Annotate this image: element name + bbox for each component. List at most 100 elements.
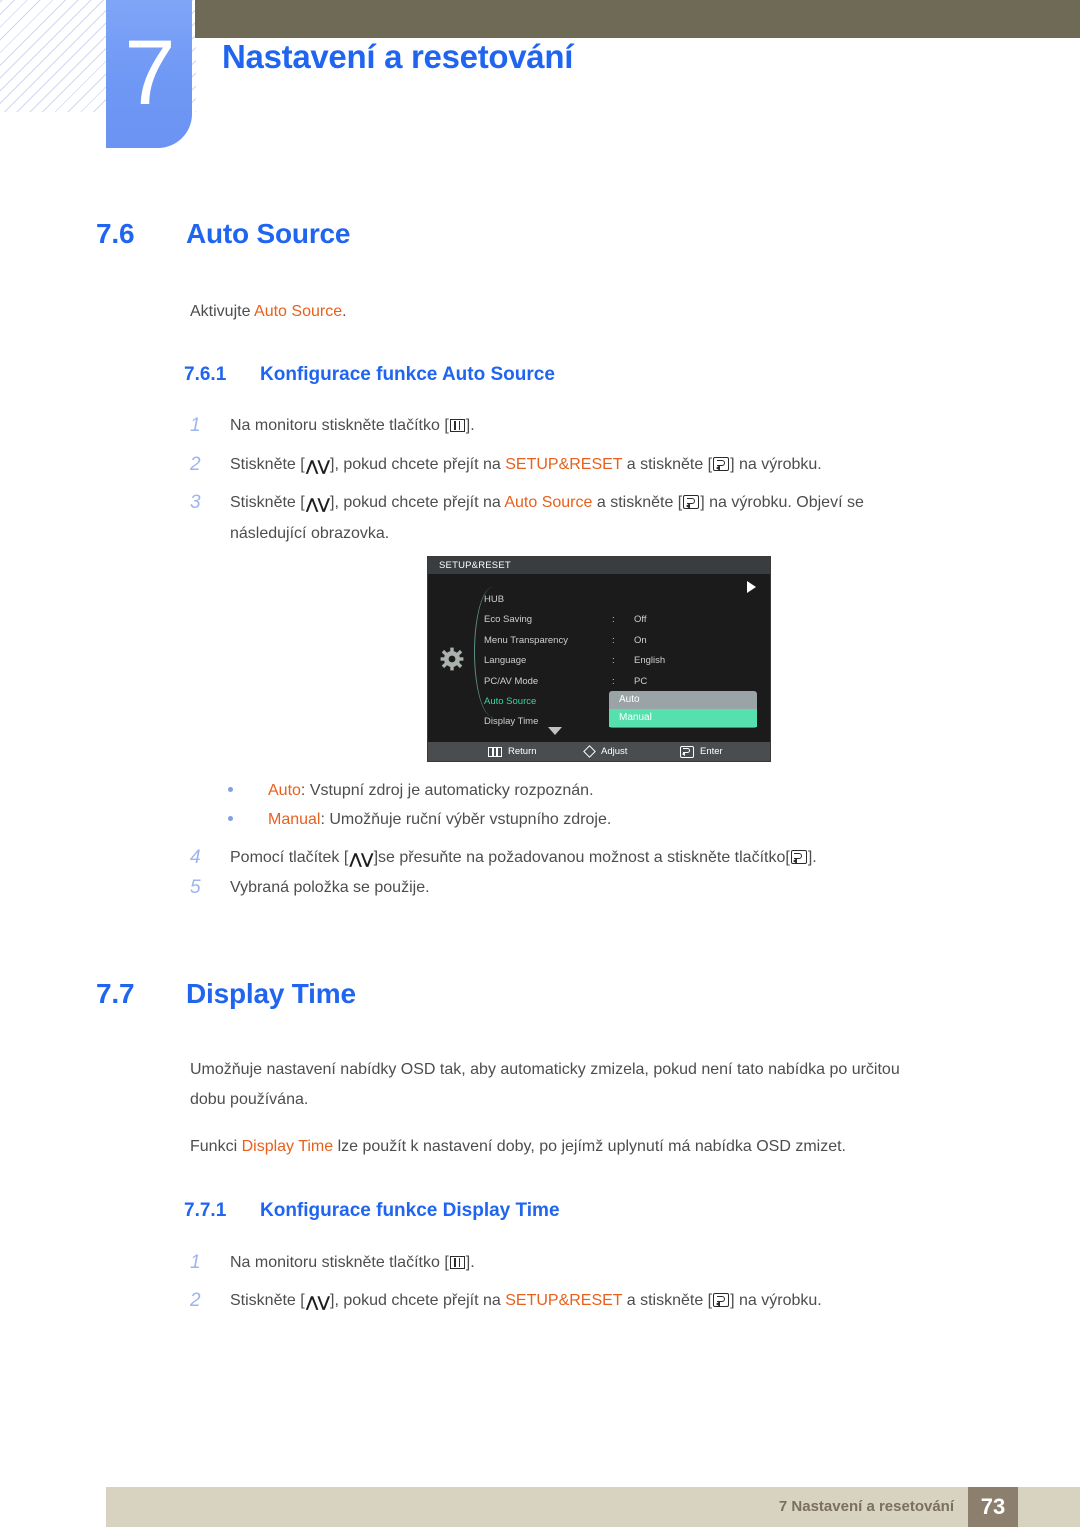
step-number: 4 xyxy=(190,847,201,868)
section-heading-7-7: 7.7 Display Time xyxy=(96,978,356,1010)
bullet-highlight: Manual xyxy=(268,811,321,828)
osd-row-colon: : xyxy=(612,655,615,667)
step-item: 2 Stiskněte [⋀⋁], pokud chcete přejít na… xyxy=(190,450,950,481)
osd-menu-row[interactable]: HUB xyxy=(484,590,764,610)
osd-menu-row[interactable]: PC/AV Mode: PC xyxy=(484,672,764,692)
step-text-part: ]. xyxy=(807,849,817,866)
step-text: Stiskněte [⋀⋁], pokud chcete přejít na A… xyxy=(230,488,990,548)
bullet-dot-icon xyxy=(228,787,233,792)
osd-enter-control[interactable]: Enter xyxy=(680,742,723,761)
step-item: 4 Pomocí tlačítek [⋀⋁]se přesuňte na pož… xyxy=(190,843,990,874)
paragraph-suffix: lze použít k nastavení doby, po jejímž u… xyxy=(333,1138,846,1155)
osd-row-label: HUB xyxy=(484,594,505,605)
chapter-title: Nastavení a resetování xyxy=(222,38,574,75)
osd-row-value: On xyxy=(634,634,647,646)
osd-row-value: Off xyxy=(634,614,647,626)
paragraph-prefix: Funkci xyxy=(190,1138,242,1155)
enter-key-icon xyxy=(683,495,700,510)
header-olive-bar xyxy=(195,0,1080,38)
step-number: 2 xyxy=(190,1290,201,1311)
step-number: 1 xyxy=(190,1252,201,1273)
enter-key-icon xyxy=(790,850,807,865)
step-item: 5 Vybraná položka se použije. xyxy=(190,873,990,902)
list-item: Manual: Umožňuje ruční výběr vstupního z… xyxy=(228,805,928,834)
step-text-part: a stiskněte [ xyxy=(592,494,683,511)
paragraph-line-2: dobu používána. xyxy=(190,1091,309,1108)
enter-key-icon xyxy=(713,1293,730,1308)
osd-row-colon: : xyxy=(612,614,615,626)
step-text-part: Na monitoru stiskněte tlačítko [ xyxy=(230,1254,449,1271)
step-highlight: Auto Source xyxy=(504,494,593,511)
step-number: 3 xyxy=(190,492,201,513)
step-item: 3 Stiskněte [⋀⋁], pokud chcete přejít na… xyxy=(190,488,990,548)
osd-scroll-down-icon[interactable] xyxy=(548,727,562,735)
step-item: 2 Stiskněte [⋀⋁], pokud chcete přejít na… xyxy=(190,1286,970,1317)
step-text-part: ], pokud chcete přejít na xyxy=(330,456,506,473)
subsection-number-7-6-1: 7.6.1 xyxy=(184,364,227,385)
menu-key-icon xyxy=(449,419,465,432)
step-number: 2 xyxy=(190,454,201,475)
diamond-key-icon xyxy=(583,745,596,758)
osd-row-label: PC/AV Mode xyxy=(484,675,539,687)
step-highlight: SETUP&RESET xyxy=(505,1292,623,1309)
section-7-6-intro: Aktivujte Auto Source. xyxy=(190,297,347,327)
step-number: 1 xyxy=(190,415,201,436)
osd-row-colon: : xyxy=(612,634,615,646)
step-text: Stiskněte [⋀⋁], pokud chcete přejít na S… xyxy=(230,450,950,481)
osd-row-colon: : xyxy=(612,675,615,687)
gear-icon xyxy=(440,647,464,671)
enter-key-icon xyxy=(713,457,730,472)
step-item: 1 Na monitoru stiskněte tlačítko []. xyxy=(190,411,950,440)
section-title-7-7: Display Time xyxy=(186,978,356,1009)
bullet-highlight: Auto xyxy=(268,782,301,799)
step-item: 1 Na monitoru stiskněte tlačítko []. xyxy=(190,1248,950,1277)
step-text-part: Na monitoru stiskněte tlačítko [ xyxy=(230,417,449,434)
intro-suffix: . xyxy=(342,303,347,320)
subsection-title-7-7-1: Konfigurace funkce Display Time xyxy=(260,1200,560,1221)
osd-row-label: Menu Transparency xyxy=(484,634,568,646)
up-down-key-icon: ⋀⋁ xyxy=(349,851,373,868)
subsection-number-7-7-1: 7.7.1 xyxy=(184,1200,227,1221)
subsection-heading-7-7-1: 7.7.1 Konfigurace funkce Display Time xyxy=(184,1200,560,1222)
step-text: Na monitoru stiskněte tlačítko []. xyxy=(230,1248,950,1277)
step-text-part: ] na výrobku. xyxy=(730,456,822,473)
osd-popup-option-manual[interactable]: Manual xyxy=(609,709,757,727)
paragraph-line-1: Umožňuje nastavení nabídky OSD tak, aby … xyxy=(190,1061,900,1078)
bullet-text: Auto: Vstupní zdroj je automaticky rozpo… xyxy=(268,776,928,805)
osd-row-label: Auto Source xyxy=(484,695,537,707)
step-text-part: ]. xyxy=(465,417,475,434)
osd-menu-row[interactable]: Language: English xyxy=(484,651,764,671)
bullet-dot-icon xyxy=(228,816,233,821)
step-highlight: SETUP&RESET xyxy=(505,456,623,473)
step-text-part: ], pokud chcete přejít na xyxy=(330,1292,506,1309)
subsection-title-7-6-1: Konfigurace funkce Auto Source xyxy=(260,364,555,385)
osd-return-control[interactable]: Return xyxy=(488,742,537,761)
step-text-line2: následující obrazovka. xyxy=(230,525,390,542)
menu-key-icon xyxy=(449,1256,465,1269)
paragraph-highlight: Display Time xyxy=(241,1138,334,1155)
osd-menu-screenshot: SETUP&RESET HUB Eco Saving: Off Menu Tran… xyxy=(427,556,771,762)
section-heading-7-6: 7.6 Auto Source xyxy=(96,218,350,250)
section-7-7-paragraph-1: Umožňuje nastavení nabídky OSD tak, aby … xyxy=(190,1055,980,1115)
step-number: 5 xyxy=(190,877,201,898)
osd-auto-source-popup: Auto Manual xyxy=(609,691,757,727)
osd-row-label: Eco Saving xyxy=(484,614,533,626)
intro-prefix: Aktivujte xyxy=(190,303,255,320)
step-text-part: ] na výrobku. xyxy=(730,1292,822,1309)
osd-menu-row[interactable]: Menu Transparency: On xyxy=(484,631,764,651)
step-text: Stiskněte [⋀⋁], pokud chcete přejít na S… xyxy=(230,1286,970,1317)
osd-adjust-control[interactable]: Adjust xyxy=(583,742,627,761)
section-number-7-6: 7.6 xyxy=(96,218,135,249)
menu-key-icon xyxy=(488,746,502,757)
bullet-body: : Vstupní zdroj je automaticky rozpoznán… xyxy=(300,782,594,799)
osd-menu-row[interactable]: Eco Saving: Off xyxy=(484,610,764,630)
step-text-part: Pomocí tlačítek [ xyxy=(230,849,349,866)
osd-title: SETUP&RESET xyxy=(428,557,770,574)
step-text-part: ]se přesuňte na požadovanou možnost a st… xyxy=(373,849,790,866)
step-text-part: Stiskněte [ xyxy=(230,456,305,473)
osd-row-value: PC xyxy=(634,675,648,687)
step-text-part: ] na výrobku. Objeví se xyxy=(700,494,864,511)
page-number: 73 xyxy=(968,1487,1018,1527)
osd-popup-option-auto[interactable]: Auto xyxy=(609,691,757,709)
step-text: Pomocí tlačítek [⋀⋁]se přesuňte na požad… xyxy=(230,843,990,874)
